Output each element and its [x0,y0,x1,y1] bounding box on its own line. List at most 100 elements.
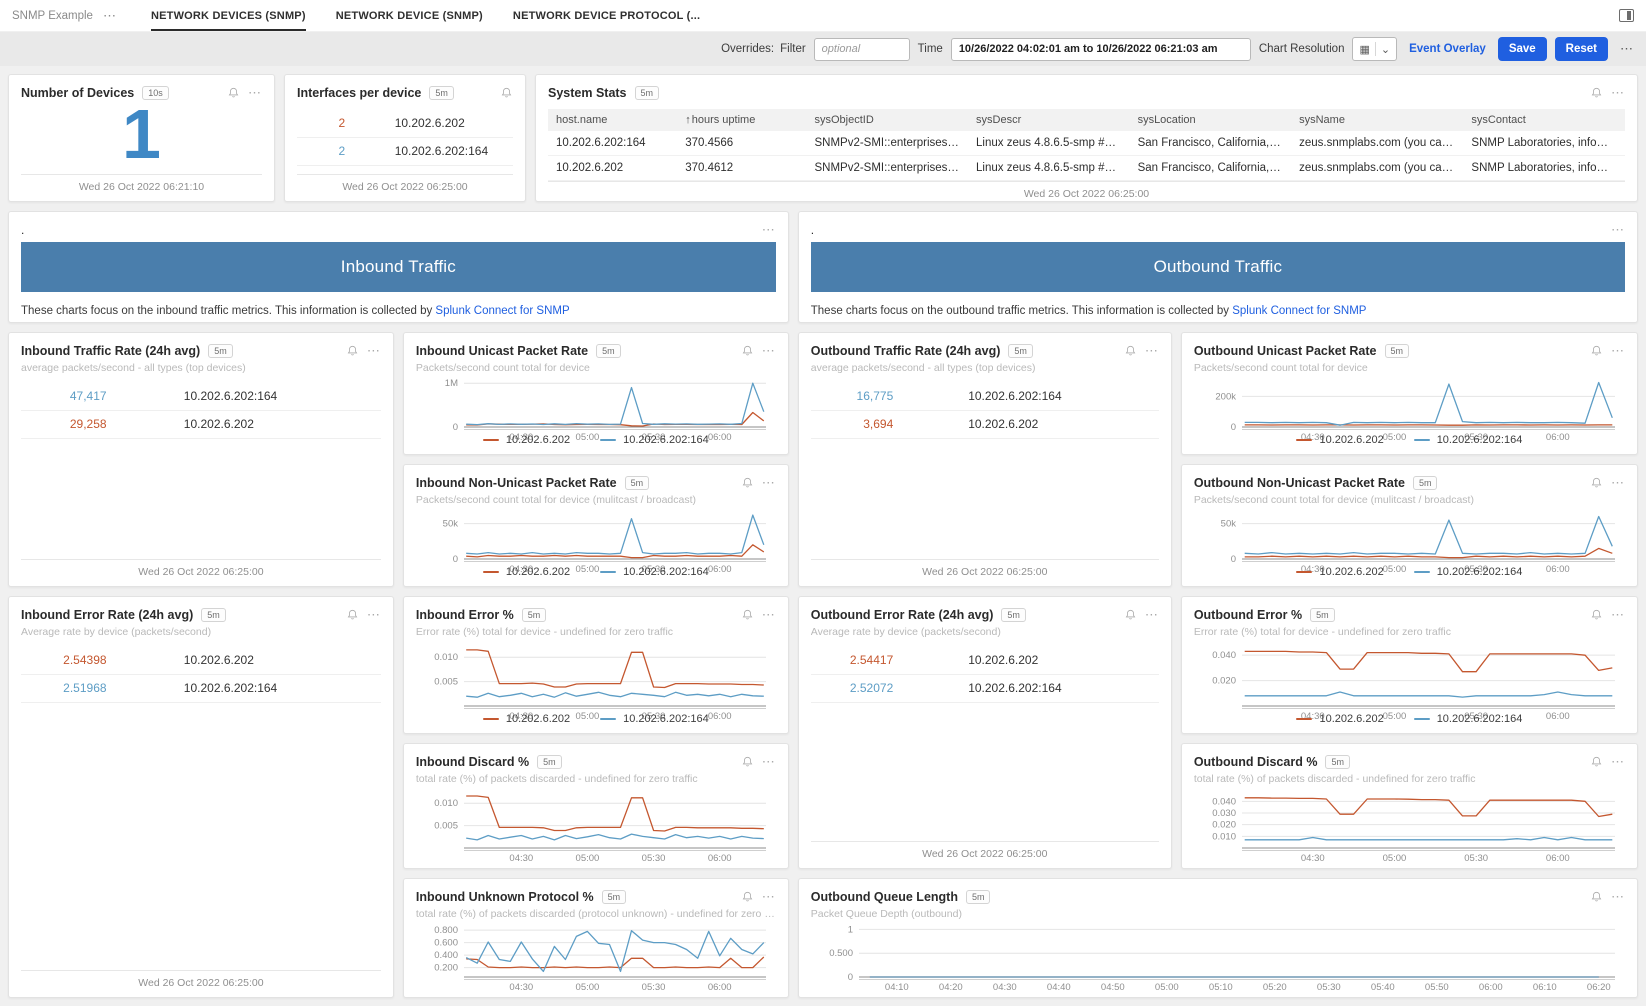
panel-title: Outbound Error Rate (24h avg) [811,608,994,622]
svg-text:0: 0 [847,972,852,983]
bell-icon[interactable] [1124,608,1137,622]
chart-legend: 10.202.6.202 10.202.6.202:164 [1194,709,1625,728]
bell-icon[interactable] [741,344,754,358]
col-header[interactable]: sysLocation [1130,109,1292,131]
metric-list: 47,41710.202.6.202:16429,25810.202.6.202 [21,383,381,439]
legend-item[interactable]: 10.202.6.202:164 [600,566,709,578]
event-overlay-link[interactable]: Event Overlay [1409,43,1486,55]
panel-more-icon[interactable]: ⋯ [1611,479,1625,487]
panel-more-icon[interactable]: ⋯ [1611,347,1625,355]
panel-more-icon[interactable]: ⋯ [1611,226,1625,234]
bell-icon[interactable] [1590,476,1603,490]
panel-more-icon[interactable]: ⋯ [367,611,381,619]
legend-item[interactable]: 10.202.6.202 [483,434,570,446]
tab-network-devices-snmp[interactable]: NETWORK DEVICES (SNMP) [151,0,306,31]
table-row[interactable]: 10.202.6.202:164370.4566SNMPv2-SMI::ente… [548,131,1625,156]
time-range-input[interactable] [951,38,1251,61]
table-row[interactable]: 10.202.6.202370.4612SNMPv2-SMI::enterpri… [548,156,1625,181]
legend-item[interactable]: 10.202.6.202 [483,713,570,725]
line-chart[interactable]: 0.0050.01004:3005:0005:3006:00 [416,787,776,863]
svg-text:04:20: 04:20 [939,982,963,992]
panel-more-icon[interactable]: ⋯ [762,479,776,487]
table-cell: SNMPv2-SMI::enterprises.8072.3.2.10 [806,156,968,181]
bell-icon[interactable] [1124,344,1137,358]
panel-more-icon[interactable]: ⋯ [1611,611,1625,619]
col-header[interactable]: sysContact [1463,109,1625,131]
metric-value: 2 [297,116,353,130]
save-button[interactable]: Save [1498,37,1547,61]
bell-icon[interactable] [346,608,359,622]
panel-more-icon[interactable]: ⋯ [762,347,776,355]
panel-more-icon[interactable]: ⋯ [1145,611,1159,619]
panel-more-icon[interactable]: ⋯ [762,893,776,901]
tab-network-device-snmp[interactable]: NETWORK DEVICE (SNMP) [336,0,483,31]
bell-icon[interactable] [1590,344,1603,358]
panel-title: Interfaces per device [297,86,421,100]
legend-label: 10.202.6.202 [1319,434,1383,446]
splunk-connect-link[interactable]: Splunk Connect for SNMP [435,305,569,317]
panel-more-icon[interactable]: ⋯ [1611,758,1625,766]
legend-item[interactable]: 10.202.6.202:164 [1414,434,1523,446]
col-header[interactable]: ↑hours uptime [677,109,806,131]
table-cell: San Francisco, California, United States [1130,131,1292,156]
bell-icon[interactable] [741,890,754,904]
bell-icon[interactable] [1590,755,1603,769]
bell-icon[interactable] [741,476,754,490]
legend-item[interactable]: 10.202.6.202 [483,566,570,578]
legend-label: 10.202.6.202:164 [623,566,709,578]
panel-title: . [811,223,814,237]
panel-more-icon[interactable]: ⋯ [1611,893,1625,901]
line-chart[interactable]: 0.2000.4000.6000.80004:3005:0005:3006:00 [416,922,776,992]
line-chart[interactable]: 00.500104:1004:2004:3004:4004:5005:0005:… [811,922,1625,992]
bell-icon[interactable] [741,608,754,622]
line-chart[interactable]: 01M04:3005:0005:3006:00 [416,376,776,430]
line-chart[interactable]: 0200k04:3005:0005:3006:00 [1194,376,1625,430]
legend-item[interactable]: 10.202.6.202 [1296,713,1383,725]
metric-list: 2.5441710.202.6.2022.5207210.202.6.202:1… [811,647,1159,703]
svg-text:06:00: 06:00 [708,982,732,992]
legend-item[interactable]: 10.202.6.202 [1296,566,1383,578]
toolbar-more-icon[interactable]: ⋯ [1620,41,1634,57]
refresh-badge: 5m [966,890,991,904]
dashboard-more-icon[interactable]: ⋯ [103,8,117,24]
panel-more-icon[interactable]: ⋯ [762,226,776,234]
col-header[interactable]: host.name [548,109,677,131]
legend-item[interactable]: 10.202.6.202:164 [1414,566,1523,578]
bell-icon[interactable] [1590,86,1603,100]
panel-more-icon[interactable]: ⋯ [1611,89,1625,97]
tab-network-device-protocol[interactable]: NETWORK DEVICE PROTOCOL (... [513,0,700,31]
bell-icon[interactable] [741,755,754,769]
panel-subtitle: average packets/second - all types (top … [21,362,381,374]
bell-icon[interactable] [1590,608,1603,622]
panel-more-icon[interactable]: ⋯ [367,347,381,355]
panel-more-icon[interactable]: ⋯ [1145,347,1159,355]
chart-legend: 10.202.6.202 10.202.6.202:164 [1194,562,1625,581]
panel-more-icon[interactable]: ⋯ [762,758,776,766]
legend-label: 10.202.6.202 [1319,713,1383,725]
table-cell: 10.202.6.202 [548,156,677,181]
filter-input[interactable] [814,38,910,61]
chart-resolution-label: Chart Resolution [1259,43,1345,55]
reset-button[interactable]: Reset [1555,37,1608,61]
chart-resolution-select[interactable]: ▦ ⌄ [1352,37,1397,61]
splunk-connect-link[interactable]: Splunk Connect for SNMP [1232,305,1366,317]
legend-swatch [483,718,499,720]
legend-item[interactable]: 10.202.6.202 [1296,434,1383,446]
line-chart[interactable]: 0.0100.0200.0300.04004:3005:0005:3006:00 [1194,787,1625,863]
bell-icon[interactable] [346,344,359,358]
line-chart[interactable]: 0.0200.04004:3005:0005:3006:00 [1194,640,1625,709]
bell-icon[interactable] [500,86,513,100]
line-chart[interactable]: 050k04:3005:0005:3006:00 [1194,508,1625,562]
legend-item[interactable]: 10.202.6.202:164 [600,713,709,725]
side-panel-icon[interactable] [1619,9,1634,22]
col-header[interactable]: sysDescr [968,109,1130,131]
legend-item[interactable]: 10.202.6.202:164 [600,434,709,446]
bell-icon[interactable] [1590,890,1603,904]
line-chart[interactable]: 0.0050.01004:3005:0005:3006:00 [416,640,776,709]
legend-item[interactable]: 10.202.6.202:164 [1414,713,1523,725]
line-chart[interactable]: 050k04:3005:0005:3006:00 [416,508,776,562]
col-header[interactable]: sysName [1291,109,1463,131]
col-header[interactable]: sysObjectID [806,109,968,131]
panel-subtitle: Packets/second count total for device (m… [416,494,776,506]
panel-more-icon[interactable]: ⋯ [762,611,776,619]
